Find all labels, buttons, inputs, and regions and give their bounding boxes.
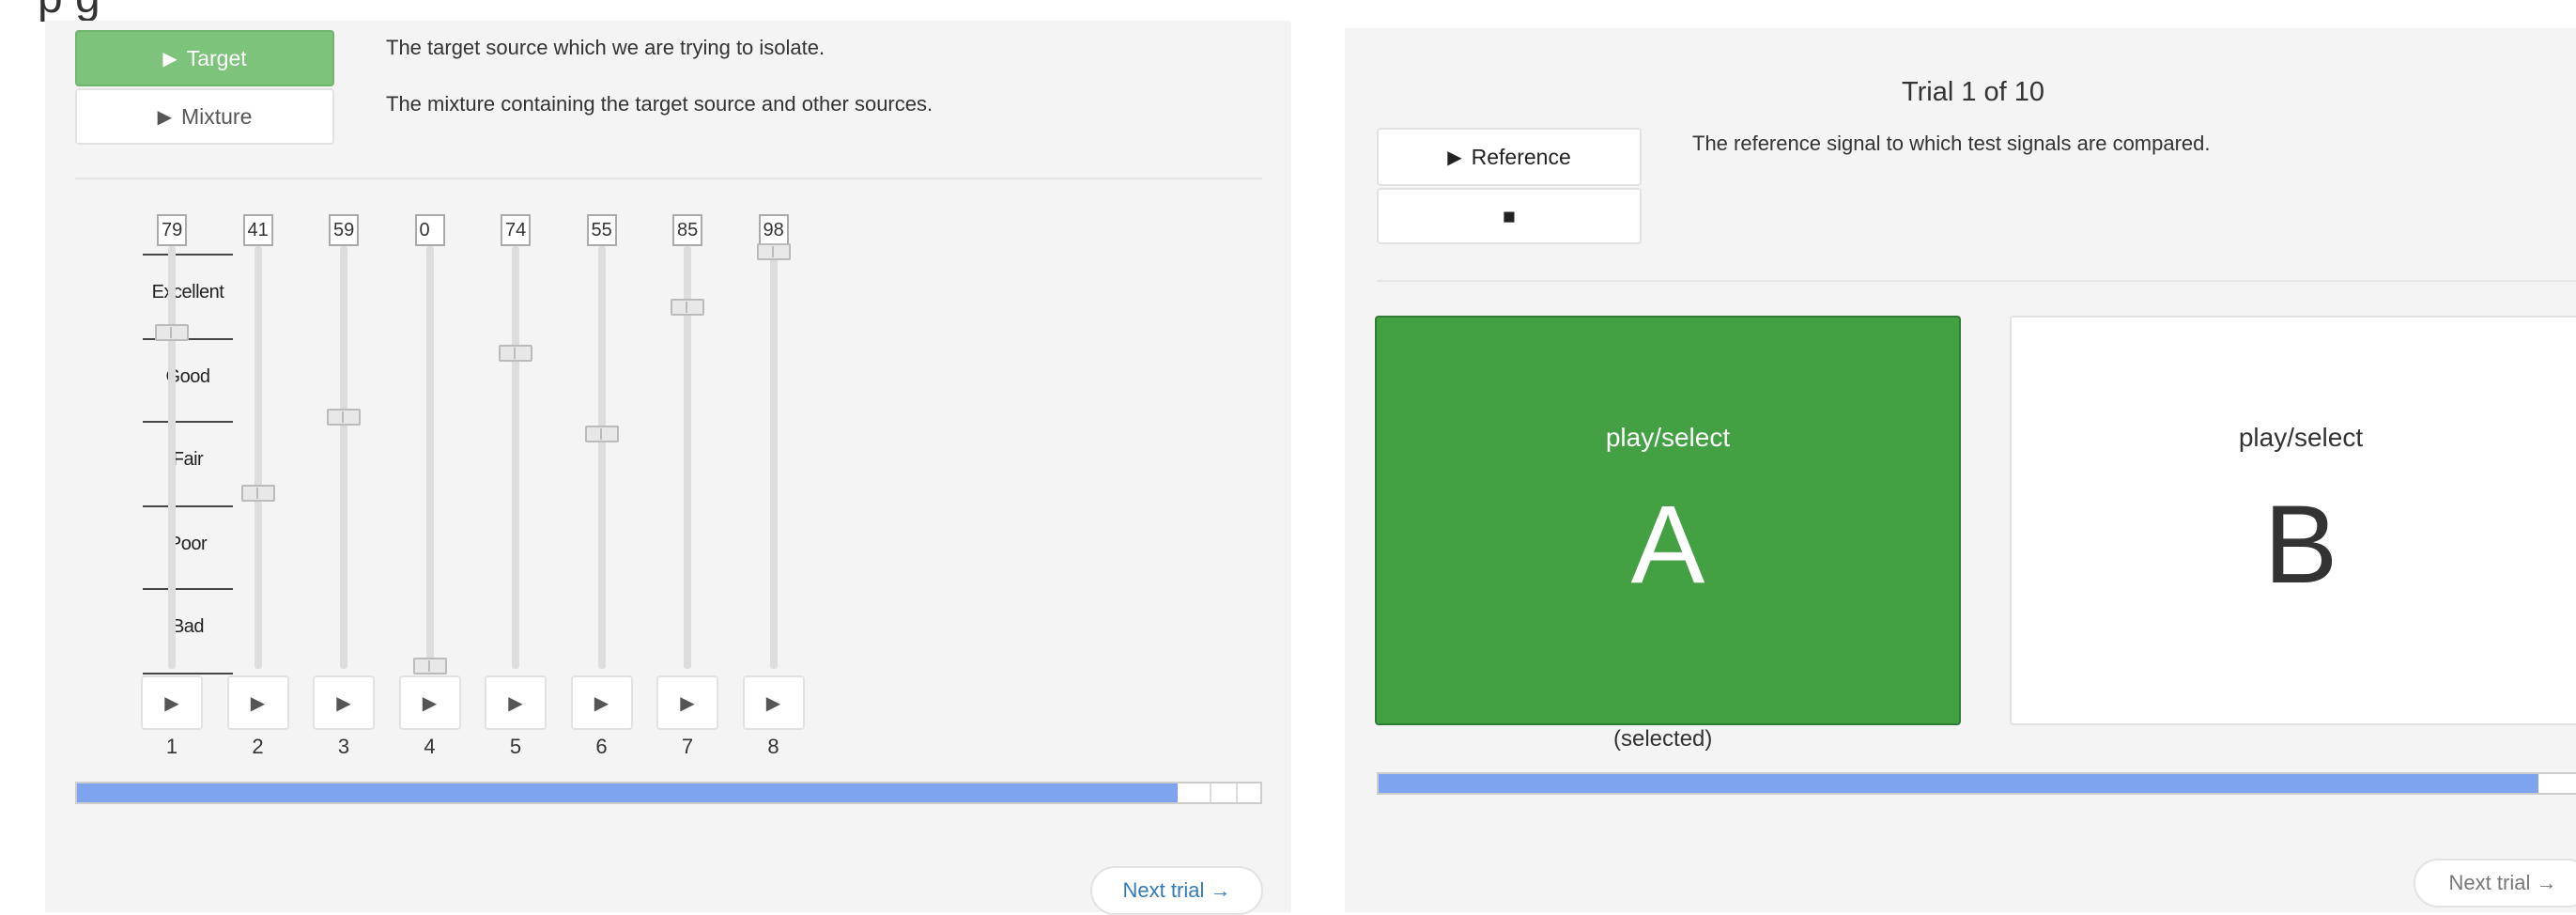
slider-track-3[interactable]	[340, 246, 347, 669]
scale-line	[143, 673, 233, 675]
slider-value-6[interactable]: 55	[586, 214, 617, 246]
scale-label-bad: Bad	[171, 616, 205, 637]
slider-thumb-5[interactable]	[499, 345, 532, 362]
play-button-8[interactable]: ▶	[742, 675, 805, 730]
stop-icon: ■	[1503, 203, 1516, 228]
play-button-6[interactable]: ▶	[570, 675, 633, 730]
trial-title: Trial 1 of 10	[1902, 77, 2045, 107]
mixture-button[interactable]: ▶ Mixture	[75, 88, 334, 145]
slider-value-5[interactable]: 74	[501, 214, 531, 246]
progress-fill	[77, 783, 1178, 802]
divider	[1377, 280, 2576, 282]
scale-line	[143, 505, 233, 507]
scale-label-fair: Fair	[172, 449, 204, 470]
play-icon: ▶	[680, 692, 695, 714]
slider-value-3[interactable]: 59	[329, 214, 359, 246]
play-icon: ▶	[162, 48, 177, 70]
play-icon: ▶	[508, 692, 523, 714]
slider-track-5[interactable]	[512, 246, 519, 669]
slider-track-4[interactable]	[425, 246, 434, 669]
selected-indicator: (selected)	[1613, 726, 1713, 752]
slider-thumb-6[interactable]	[584, 425, 619, 442]
slider-track-1[interactable]	[168, 246, 176, 669]
reference-button[interactable]: ▶ Reference	[1377, 128, 1642, 186]
slider-number-7: 7	[681, 735, 694, 758]
scale-label-poor: Poor	[168, 534, 208, 554]
slider-value-8[interactable]: 98	[758, 214, 789, 246]
choice-a-button[interactable]: play/select A	[1375, 316, 1961, 725]
slider-number-4: 4	[424, 735, 436, 758]
choice-b-letter: B	[2263, 483, 2338, 607]
target-description: The target source which we are trying to…	[386, 36, 825, 59]
next-trial-button[interactable]: Next trial →	[1090, 866, 1263, 915]
scale-line	[143, 588, 233, 590]
slider-thumb-1[interactable]	[155, 323, 189, 341]
slider-thumb-3[interactable]	[327, 408, 361, 426]
slider-number-1: 1	[165, 735, 178, 758]
slider-number-3: 3	[337, 735, 350, 758]
play-icon: ▶	[157, 106, 172, 128]
source-separation-panel: ▶ Target ▶ Mixture The target source whi…	[45, 21, 1291, 915]
play-button-3[interactable]: ▶	[313, 675, 375, 730]
ab-test-panel: Trial 1 of 10 ▶ Reference ■ The referenc…	[1345, 28, 2576, 912]
choice-a-letter: A	[1630, 483, 1705, 607]
play-button-7[interactable]: ▶	[656, 675, 718, 730]
slider-number-2: 2	[252, 735, 264, 758]
progress-segment	[1210, 783, 1211, 802]
play-icon: ▶	[765, 692, 781, 714]
reference-description: The reference signal to which test signa…	[1692, 132, 2211, 155]
choice-b-button[interactable]: play/select B	[2010, 316, 2576, 725]
slider-thumb-4[interactable]	[412, 658, 447, 675]
progress-fill	[1379, 774, 2538, 793]
choice-a-action: play/select	[1605, 423, 1731, 452]
slider-track-2[interactable]	[254, 246, 262, 669]
scale-label-good: Good	[165, 366, 210, 387]
slider-thumb-8[interactable]	[756, 243, 791, 260]
play-icon: ▶	[164, 692, 179, 714]
play-icon: ▶	[336, 692, 351, 714]
slider-value-4[interactable]: 0	[414, 214, 445, 246]
slider-number-5: 5	[509, 735, 522, 758]
progress-segment	[1236, 783, 1238, 802]
progress-bar	[75, 782, 1262, 804]
mixture-description: The mixture containing the target source…	[386, 92, 933, 116]
slider-track-8[interactable]	[769, 246, 778, 669]
slider-thumb-2[interactable]	[240, 484, 275, 502]
slider-thumb-7[interactable]	[671, 298, 704, 316]
play-icon: ▶	[594, 692, 609, 714]
scale-line	[143, 421, 233, 423]
play-button-2[interactable]: ▶	[226, 675, 289, 730]
play-button-5[interactable]: ▶	[485, 675, 547, 730]
scale-label-excellent: Excellent	[151, 282, 224, 302]
stop-button[interactable]: ■	[1377, 188, 1642, 244]
slider-number-6: 6	[595, 735, 608, 758]
progress-bar	[1377, 772, 2576, 795]
play-icon: ▶	[422, 692, 438, 714]
slider-track-6[interactable]	[597, 246, 606, 669]
slider-value-2[interactable]: 41	[242, 214, 273, 246]
play-icon: ▶	[250, 692, 266, 714]
scale-line	[143, 254, 233, 256]
next-trial-button[interactable]: Next trial →	[2414, 859, 2576, 907]
slider-value-1[interactable]: 79	[157, 214, 187, 246]
play-button-4[interactable]: ▶	[398, 675, 461, 730]
divider	[75, 178, 1262, 179]
play-button-1[interactable]: ▶	[141, 675, 203, 730]
slider-value-7[interactable]: 85	[672, 214, 702, 246]
slider-number-8: 8	[767, 735, 779, 758]
choice-b-action: play/select	[2238, 423, 2364, 452]
target-label: Target	[186, 45, 247, 70]
reference-label: Reference	[1471, 144, 1571, 169]
mixture-label: Mixture	[180, 103, 253, 129]
play-icon: ▶	[1447, 147, 1462, 168]
target-button[interactable]: ▶ Target	[75, 30, 334, 86]
